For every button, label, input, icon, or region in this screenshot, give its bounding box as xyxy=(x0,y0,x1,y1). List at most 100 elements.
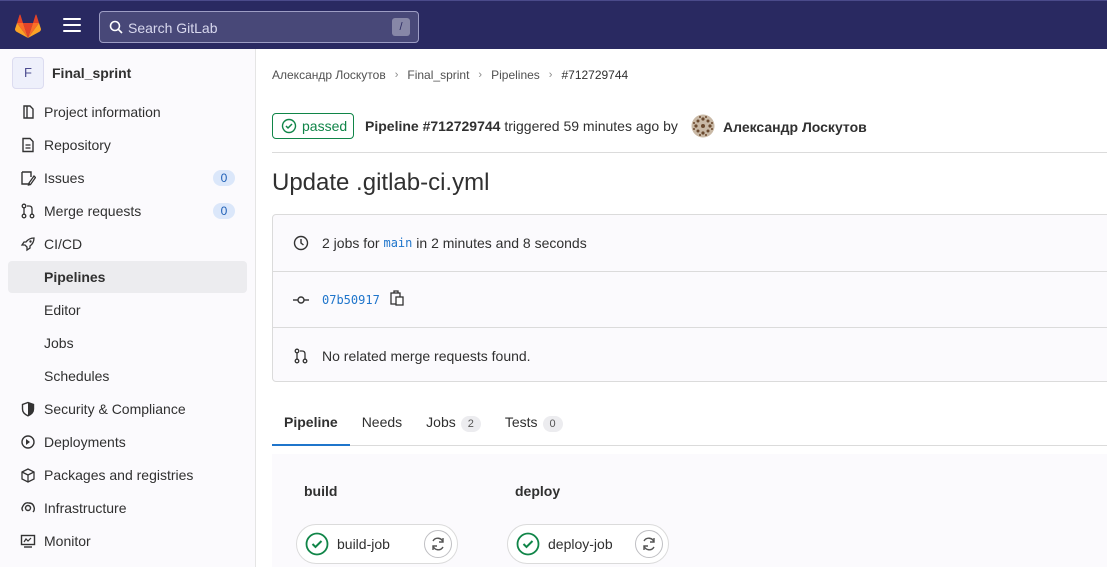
pipeline-summary: Pipeline #712729744 triggered 59 minutes… xyxy=(365,118,678,134)
check-circle-icon xyxy=(516,532,540,556)
commit-sha-link[interactable]: 07b50917 xyxy=(322,293,380,307)
sidebar-item-label: Jobs xyxy=(44,335,74,351)
project-avatar: F xyxy=(12,57,44,89)
job-name: build-job xyxy=(337,536,390,552)
search-placeholder: Search GitLab xyxy=(128,20,218,36)
deployments-icon xyxy=(20,434,36,450)
jobs-count-text: 2 jobs for xyxy=(322,235,380,251)
sidebar-item-merge-requests[interactable]: Merge requests 0 xyxy=(8,195,247,227)
sidebar-item-ci-cd[interactable]: CI/CD xyxy=(8,228,247,260)
retry-icon[interactable] xyxy=(424,530,452,558)
pipeline-tabs: Pipeline Needs Jobs 2 Tests 0 xyxy=(272,403,1107,446)
sidebar-item-label: Repository xyxy=(44,137,111,153)
search-icon xyxy=(109,20,123,34)
commit-row: 07b50917 xyxy=(273,271,1107,327)
breadcrumb-item[interactable]: Александр Лоскутов xyxy=(272,68,386,82)
info-icon xyxy=(20,104,36,120)
breadcrumb-item[interactable]: Pipelines xyxy=(491,68,540,82)
sidebar-item-label: Schedules xyxy=(44,368,110,384)
gitlab-logo[interactable] xyxy=(14,13,42,39)
page-title: Update .gitlab-ci.yml xyxy=(272,169,490,196)
pipeline-header: passed Pipeline #712729744 triggered 59 … xyxy=(272,113,1107,153)
sidebar-item-monitor[interactable]: Monitor xyxy=(8,525,247,557)
document-icon xyxy=(20,137,36,153)
tab-label: Needs xyxy=(361,414,403,430)
main-content: Александр Лоскутов › Final_sprint › Pipe… xyxy=(256,49,1107,567)
top-bar: Search GitLab / xyxy=(0,0,1107,49)
retry-icon[interactable] xyxy=(635,530,663,558)
sidebar-item-repository[interactable]: Repository xyxy=(8,129,247,161)
status-label: passed xyxy=(302,118,348,134)
sidebar-item-editor[interactable]: Editor xyxy=(8,294,247,326)
sidebar: F Final_sprint Project information Repos… xyxy=(0,49,256,567)
sidebar-item-label: Monitor xyxy=(44,533,91,549)
tab-tests[interactable]: Tests 0 xyxy=(493,403,575,446)
breadcrumb-item[interactable]: Final_sprint xyxy=(407,68,469,82)
duration-text: in 2 minutes and 8 seconds xyxy=(416,235,587,251)
merge-requests-count-badge: 0 xyxy=(213,203,235,219)
avatar[interactable] xyxy=(691,114,715,138)
chevron-right-icon: › xyxy=(394,69,399,81)
issues-count-badge: 0 xyxy=(213,170,235,186)
sidebar-item-pipelines[interactable]: Pipelines xyxy=(8,261,247,293)
branch-link[interactable]: main xyxy=(383,236,412,250)
user-name[interactable]: Александр Лоскутов xyxy=(723,119,867,135)
sidebar-item-label: Merge requests xyxy=(44,203,142,219)
job-name: deploy-job xyxy=(548,536,613,552)
tab-label: Pipeline xyxy=(284,414,338,430)
rocket-icon xyxy=(20,236,36,252)
sidebar-item-label: Packages and registries xyxy=(44,467,194,483)
sidebar-item-schedules[interactable]: Schedules xyxy=(8,360,247,392)
package-icon xyxy=(20,467,36,483)
chevron-right-icon: › xyxy=(548,69,553,81)
sidebar-item-jobs[interactable]: Jobs xyxy=(8,327,247,359)
sidebar-item-issues[interactable]: Issues 0 xyxy=(8,162,247,194)
issues-icon xyxy=(20,170,36,186)
sidebar-item-label: Deployments xyxy=(44,434,126,450)
merge-requests-text: No related merge requests found. xyxy=(322,347,531,364)
job-build[interactable]: build-job xyxy=(296,524,458,564)
project-name: Final_sprint xyxy=(52,65,132,81)
sidebar-item-label: Project information xyxy=(44,104,161,120)
copy-icon[interactable] xyxy=(390,290,404,309)
sidebar-item-label: Pipelines xyxy=(44,269,106,285)
breadcrumb-current[interactable]: #712729744 xyxy=(561,68,628,82)
breadcrumb: Александр Лоскутов › Final_sprint › Pipe… xyxy=(272,68,628,82)
sidebar-item-label: CI/CD xyxy=(44,236,83,252)
pipeline-graph: build deploy build-job deploy-job xyxy=(272,454,1107,567)
sidebar-item-deployments[interactable]: Deployments xyxy=(8,426,247,458)
sidebar-item-label: Infrastructure xyxy=(44,500,127,516)
monitor-icon xyxy=(20,533,36,549)
triggered-text: triggered 59 minutes ago by xyxy=(504,118,678,134)
search-shortcut-hint: / xyxy=(392,18,410,36)
clock-icon xyxy=(293,235,309,251)
commit-icon xyxy=(293,292,309,308)
hamburger-menu-icon[interactable] xyxy=(63,18,81,32)
tab-jobs[interactable]: Jobs 2 xyxy=(414,403,493,446)
merge-requests-row: No related merge requests found. xyxy=(273,327,1107,383)
tab-pipeline[interactable]: Pipeline xyxy=(272,403,350,446)
jobs-duration-row: 2 jobs for main in 2 minutes and 8 secon… xyxy=(273,215,1107,271)
job-deploy[interactable]: deploy-job xyxy=(507,524,669,564)
project-header[interactable]: F Final_sprint xyxy=(12,57,131,89)
status-badge[interactable]: passed xyxy=(272,113,354,139)
pipeline-id: Pipeline #712729744 xyxy=(365,118,501,134)
sidebar-item-label: Issues xyxy=(44,170,85,186)
merge-request-icon xyxy=(20,203,36,219)
stage-title-deploy: deploy xyxy=(515,483,561,499)
sidebar-item-infrastructure[interactable]: Infrastructure xyxy=(8,492,247,524)
tab-count-badge: 0 xyxy=(542,416,563,432)
pipeline-info-panel: 2 jobs for main in 2 minutes and 8 secon… xyxy=(272,214,1107,382)
sidebar-item-label: Editor xyxy=(44,302,81,318)
tab-label: Jobs xyxy=(426,414,456,430)
sidebar-item-project-information[interactable]: Project information xyxy=(8,96,247,128)
search-box[interactable]: Search GitLab / xyxy=(99,11,419,43)
sidebar-item-packages-registries[interactable]: Packages and registries xyxy=(8,459,247,491)
tab-needs[interactable]: Needs xyxy=(350,403,414,446)
sidebar-item-security-compliance[interactable]: Security & Compliance xyxy=(8,393,247,425)
merge-request-icon xyxy=(293,348,309,364)
sidebar-item-label: Security & Compliance xyxy=(44,401,186,417)
stage-title-build: build xyxy=(304,483,338,499)
tab-count-badge: 2 xyxy=(460,416,481,432)
cloud-gear-icon xyxy=(20,500,36,516)
